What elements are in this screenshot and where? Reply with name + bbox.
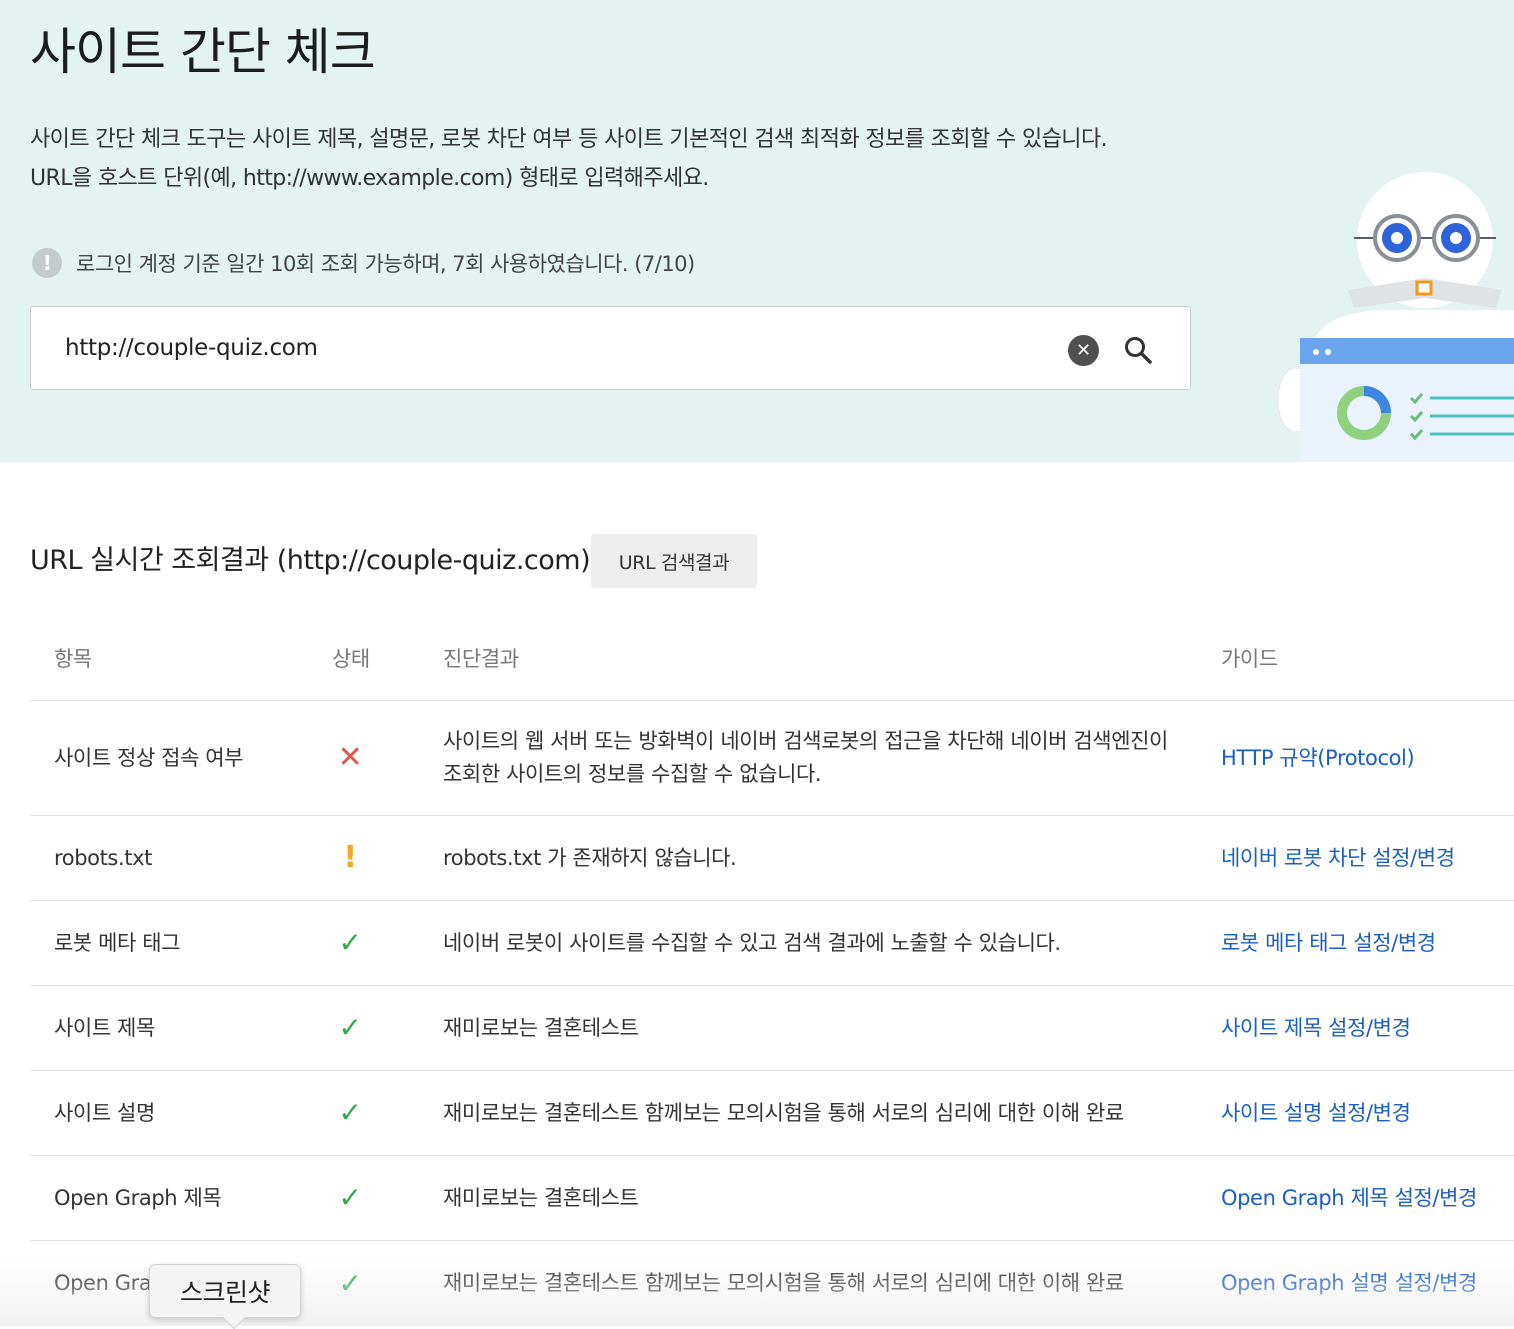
error-x-icon: ✕ [337, 740, 363, 775]
table-row: 사이트 정상 접속 여부 ✕ 사이트의 웹 서버 또는 방화벽이 네이버 검색로… [30, 701, 1514, 816]
checkmark-icon: ✓ [338, 1266, 362, 1300]
row-item: 사이트 제목 [54, 1015, 155, 1040]
row-result: 사이트의 웹 서버 또는 방화벽이 네이버 검색로봇의 접근을 차단해 네이버 … [443, 729, 1168, 786]
checkmark-icon: ✓ [338, 1181, 362, 1214]
checkmark-icon: ✓ [338, 926, 362, 959]
column-header-guide: 가이드 [1221, 647, 1278, 671]
row-item: 로봇 메타 태그 [54, 930, 181, 955]
table-row: Open Graph 제목 ✓ 재미로보는 결혼테스트 Open Graph 제… [30, 1156, 1514, 1241]
column-header-result: 진단결과 [443, 647, 519, 671]
row-result: 네이버 로봇이 사이트를 수집할 수 있고 검색 결과에 노출할 수 있습니다. [443, 930, 1061, 955]
checkmark-icon: ✓ [338, 1011, 362, 1044]
guide-link[interactable]: Open Graph 설명 설정/변경 [1221, 1241, 1514, 1326]
table-row: robots.txt ! robots.txt 가 존재하지 않습니다. 네이버… [30, 816, 1514, 901]
url-search-input[interactable] [65, 327, 1045, 369]
tooltip-text: 스크린샷 [179, 1278, 271, 1307]
results-title: URL 실시간 조회결과 (http://couple-quiz.com) [30, 545, 591, 576]
row-item: 사이트 설명 [54, 1100, 155, 1125]
row-item: robots.txt [54, 845, 152, 870]
exclamation-circle-icon: ! [32, 248, 62, 278]
page-description: 사이트 간단 체크 도구는 사이트 제목, 설명문, 로봇 차단 여부 등 사이… [30, 120, 1108, 198]
row-result: 재미로보는 결혼테스트 함께보는 모의시험을 통해 서로의 심리에 대한 이해 … [443, 1271, 1124, 1295]
checkmark-icon: ✓ [338, 1096, 362, 1129]
guide-link[interactable]: Open Graph 제목 설정/변경 [1221, 1156, 1514, 1240]
status-cell: ✓ [330, 1071, 370, 1155]
table-row: 사이트 설명 ✓ 재미로보는 결혼테스트 함께보는 모의시험을 통해 서로의 심… [30, 1071, 1514, 1156]
status-cell: ✓ [330, 901, 370, 985]
warning-exclamation-icon: ! [343, 840, 357, 875]
row-result: 재미로보는 결혼테스트 [443, 1015, 639, 1040]
clear-circle-icon[interactable]: ✕ [1068, 335, 1099, 366]
guide-link[interactable]: HTTP 규약(Protocol) [1221, 701, 1514, 815]
status-cell: ! [330, 816, 370, 900]
column-header-item: 항목 [54, 647, 92, 671]
status-cell: ✓ [330, 1156, 370, 1240]
results-table: 항목 상태 진단결과 가이드 사이트 정상 접속 여부 ✕ 사이트의 웹 서버 … [30, 615, 1514, 1326]
row-result: 재미로보는 결혼테스트 [443, 1185, 639, 1210]
status-cell: ✓ [330, 986, 370, 1070]
usage-notice-text: 로그인 계정 기준 일간 10회 조회 가능하며, 7회 사용하였습니다. (7… [76, 252, 695, 276]
guide-link[interactable]: 네이버 로봇 차단 설정/변경 [1221, 816, 1514, 900]
description-line-1: 사이트 간단 체크 도구는 사이트 제목, 설명문, 로봇 차단 여부 등 사이… [30, 127, 1108, 152]
table-row: 사이트 제목 ✓ 재미로보는 결혼테스트 사이트 제목 설정/변경 [30, 986, 1514, 1071]
table-header: 항목 상태 진단결과 가이드 [30, 615, 1514, 701]
guide-link[interactable]: 사이트 제목 설정/변경 [1221, 986, 1514, 1070]
row-result: 재미로보는 결혼테스트 함께보는 모의시험을 통해 서로의 심리에 대한 이해 … [443, 1100, 1124, 1125]
column-header-status: 상태 [332, 647, 370, 671]
robot-illustration [1277, 172, 1514, 462]
table-row: 로봇 메타 태그 ✓ 네이버 로봇이 사이트를 수집할 수 있고 검색 결과에 … [30, 901, 1514, 986]
status-cell: ✓ [330, 1241, 370, 1326]
usage-notice: ! 로그인 계정 기준 일간 10회 조회 가능하며, 7회 사용하였습니다. … [32, 246, 695, 280]
screenshot-tooltip: 스크린샷 [149, 1264, 301, 1329]
status-cell: ✕ [330, 701, 370, 815]
url-search-results-button[interactable]: URL 검색결과 [591, 534, 757, 588]
search-icon[interactable] [1121, 333, 1155, 367]
guide-link[interactable]: 로봇 메타 태그 설정/변경 [1221, 901, 1514, 985]
guide-link[interactable]: 사이트 설명 설정/변경 [1221, 1071, 1514, 1155]
row-item: Open Graph 제목 [54, 1185, 222, 1210]
page-title: 사이트 간단 체크 [30, 23, 376, 81]
url-search-box: ✕ [30, 306, 1191, 390]
hero-section: 사이트 간단 체크 사이트 간단 체크 도구는 사이트 제목, 설명문, 로봇 … [0, 0, 1514, 462]
row-result: robots.txt 가 존재하지 않습니다. [443, 845, 737, 870]
row-item: 사이트 정상 접속 여부 [54, 745, 244, 770]
description-line-2: URL을 호스트 단위(예, http://www.example.com) 형… [30, 166, 709, 191]
